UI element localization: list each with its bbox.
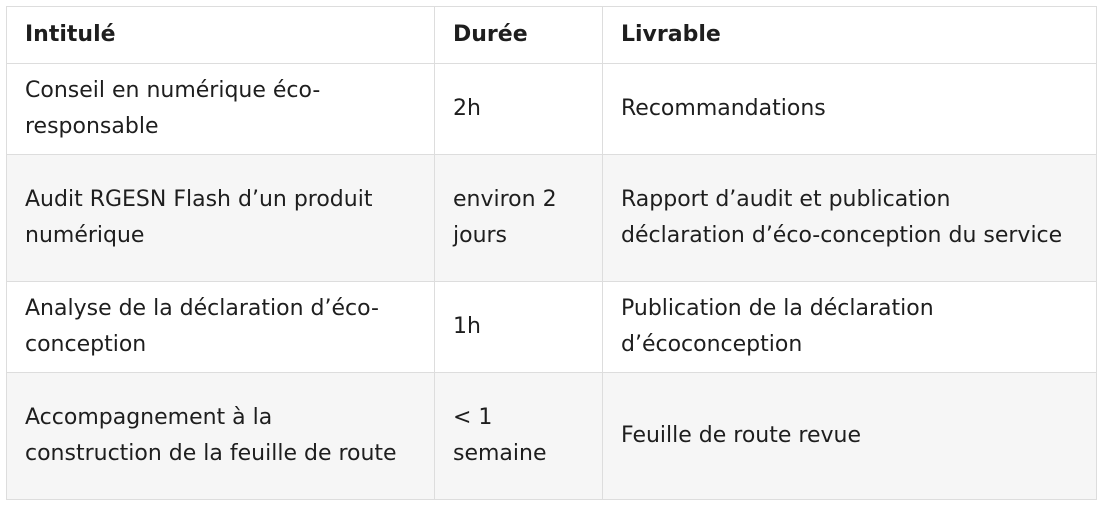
table-header: Intitulé Durée Livrable <box>6 6 1097 64</box>
cell-intitule: Conseil en numérique éco-responsable <box>6 63 435 155</box>
cell-livrable: Recommandations <box>602 63 1097 155</box>
table-row: Audit RGESN Flash d’un produit numérique… <box>6 154 1097 282</box>
cell-duree: < 1 semaine <box>434 372 603 500</box>
header-livrable: Livrable <box>602 6 1097 64</box>
header-row: Intitulé Durée Livrable <box>6 6 1097 64</box>
table-row: Accompagnement à la construction de la f… <box>6 372 1097 500</box>
table-row: Analyse de la déclaration d’éco-concepti… <box>6 281 1097 373</box>
services-table: Intitulé Durée Livrable Conseil en numér… <box>6 6 1097 500</box>
cell-intitule: Analyse de la déclaration d’éco-concepti… <box>6 281 435 373</box>
cell-livrable: Publication de la déclaration d’écoconce… <box>602 281 1097 373</box>
table-row: Conseil en numérique éco-responsable 2h … <box>6 63 1097 155</box>
cell-duree: 2h <box>434 63 603 155</box>
cell-duree: environ 2 jours <box>434 154 603 282</box>
table-container: Intitulé Durée Livrable Conseil en numér… <box>6 6 1097 500</box>
table-body: Conseil en numérique éco-responsable 2h … <box>6 63 1097 500</box>
header-intitule: Intitulé <box>6 6 435 64</box>
cell-intitule: Accompagnement à la construction de la f… <box>6 372 435 500</box>
header-duree: Durée <box>434 6 603 64</box>
cell-intitule: Audit RGESN Flash d’un produit numérique <box>6 154 435 282</box>
cell-duree: 1h <box>434 281 603 373</box>
cell-livrable: Rapport d’audit et publication déclarati… <box>602 154 1097 282</box>
cell-livrable: Feuille de route revue <box>602 372 1097 500</box>
